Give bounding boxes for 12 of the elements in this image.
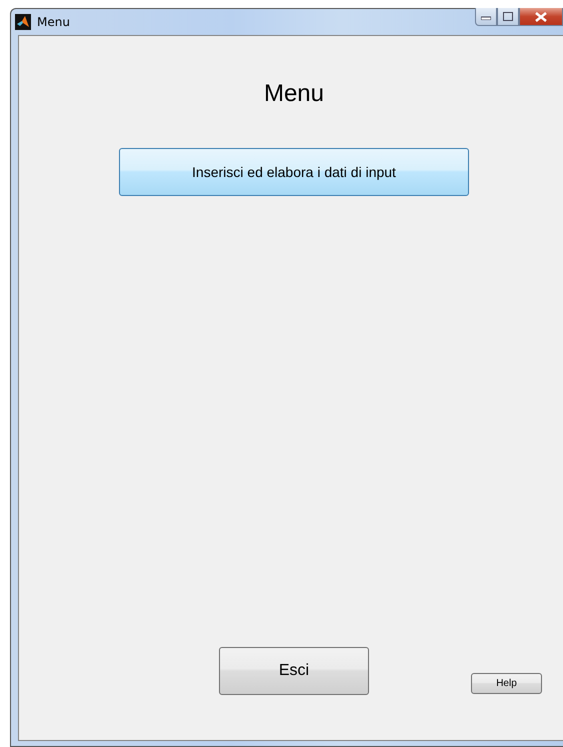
- help-button[interactable]: Help: [471, 673, 542, 694]
- close-icon: [535, 12, 547, 22]
- minimize-icon: [481, 14, 491, 20]
- menu-heading: Menu: [262, 80, 324, 108]
- exit-button[interactable]: Esci: [219, 647, 369, 695]
- window-title: Menu: [37, 15, 70, 29]
- app-logo-icon: [15, 14, 31, 30]
- minimize-button[interactable]: [475, 8, 497, 26]
- maximize-icon: [503, 12, 513, 21]
- close-button[interactable]: [519, 8, 563, 26]
- input-data-button[interactable]: Inserisci ed elabora i dati di input: [119, 148, 469, 196]
- maximize-button[interactable]: [497, 8, 519, 26]
